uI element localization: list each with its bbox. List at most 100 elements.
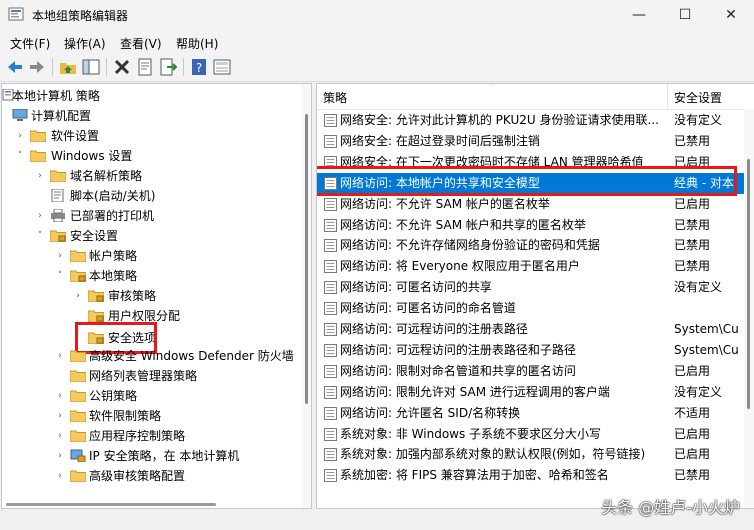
policy-setting-icon [324,114,337,127]
folder-icon [30,130,46,142]
up-folder-icon[interactable] [58,57,78,77]
policy-setting-icon [324,406,337,420]
policy-name: 网络安全: 在超过登录时间后强制注销 [340,133,540,148]
chevron-down-icon[interactable]: ˅ [34,226,46,246]
list-item[interactable]: 网络访问: 限制允许对 SAM 进行远程调用的客户端 没有定义 [317,382,754,403]
maximize-button[interactable]: ☐ [662,0,708,31]
policy-setting-value: 没有定义 [674,280,723,295]
list-item[interactable]: 网络访问: 可远程访问的注册表路径 System\Cu [317,319,754,340]
list-item[interactable]: 网络访问: 限制对命名管道和共享的匿名访问 已启用 [317,361,754,382]
policy-setting-value: 已启用 [674,426,711,441]
chevron-down-icon[interactable]: ˅ [54,266,66,286]
tree-scroll-thumb[interactable] [305,114,308,404]
list-scroll-thumb[interactable] [747,159,750,409]
list-item[interactable]: 网络访问: 将 Everyone 权限应用于匿名用户 已禁用 [317,256,754,277]
policy-setting-icon [324,385,337,399]
folder-icon [70,430,86,442]
export-list-icon[interactable] [158,57,178,77]
policy-setting-value: 已禁用 [674,133,711,148]
policy-setting-icon [324,323,337,336]
close-button[interactable]: ✕ [708,0,754,31]
list-item[interactable]: 网络访问: 不允许 SAM 帐户和共享的匿名枚举 已禁用 [317,215,754,236]
highlight-box-selected-policy [317,166,737,196]
menu-action[interactable]: 操作(A) [64,35,106,52]
security-folder-icon [88,290,104,302]
tree-root-label: 本地计算机 策略 [12,89,100,103]
folder-icon [50,170,66,182]
chevron-right-icon[interactable]: › [72,286,84,306]
svg-text:?: ? [196,61,202,75]
policy-name: 系统对象: 加强内部系统对象的默认权限(例如，符号链接) [340,447,646,462]
chevron-right-icon[interactable]: › [54,406,66,426]
chevron-right-icon[interactable]: › [54,346,66,366]
policy-setting-icon [324,469,337,483]
toolbar-separator [52,58,53,76]
chevron-right-icon[interactable]: › [54,386,66,406]
chevron-right-icon[interactable]: › [54,246,66,266]
list-item[interactable]: 网络访问: 可匿名访问的命名管道 [317,298,754,319]
policy-list[interactable]: 策略 ⌃ 安全设置 网络安全: 允许对此计算机的 PKU2U 身份验证请求使用联… [316,83,754,509]
policy-name: 网络访问: 将 Everyone 权限应用于匿名用户 [340,259,580,274]
chevron-right-icon[interactable]: › [54,466,66,486]
chevron-down-icon[interactable]: ˅ [14,146,26,166]
policy-setting-value: 已启用 [674,363,711,378]
policy-setting-value: 已启用 [674,196,711,211]
policy-setting-icon [324,427,337,441]
list-item[interactable]: 网络安全: 允许对此计算机的 PKU2U 身份验证请求使用联... 没有定义 [317,110,754,131]
policy-setting-value: 已禁用 [674,217,711,232]
menu-view[interactable]: 查看(V) [120,35,162,52]
properties-icon[interactable] [135,57,155,77]
folder-icon [70,250,86,262]
chevron-right-icon[interactable]: › [54,446,66,466]
tree-hscroll-thumb[interactable] [6,503,216,506]
policy-setting-value: 已禁用 [674,238,711,253]
policy-setting-value: System\Cu [674,322,739,336]
policy-setting-value: System\Cu [674,342,739,357]
toolbar: ? [0,53,754,82]
chevron-right-icon[interactable]: › [54,426,66,446]
folder-icon [70,470,86,482]
policy-setting-value: 已启用 [674,447,711,462]
policy-name: 网络访问: 不允许 SAM 帐户的匿名枚举 [340,196,550,211]
list-item[interactable]: 网络访问: 可匿名访问的共享 没有定义 [317,277,754,298]
printer-icon [51,209,65,222]
back-icon[interactable] [5,57,25,77]
column-header-policy[interactable]: 策略 [323,89,347,106]
policy-setting-icon [324,281,337,295]
column-header-setting[interactable]: 安全设置 [674,89,722,106]
minimize-button[interactable]: — [616,0,662,31]
chevron-right-icon[interactable]: › [14,126,26,146]
chevron-right-icon[interactable]: › [34,206,46,226]
list-vertical-scrollbar[interactable] [744,109,754,508]
list-item[interactable]: 系统加密: 将 FIPS 兼容算法用于加密、哈希和签名 已禁用 [317,465,754,486]
delete-icon[interactable] [112,57,132,77]
list-item[interactable]: 网络安全: 在超过登录时间后强制注销 已禁用 [317,131,754,152]
chevron-right-icon[interactable]: › [34,166,46,186]
list-item[interactable]: 系统对象: 非 Windows 子系统不要求区分大小写 已启用 [317,424,754,445]
policy-name: 网络安全: 允许对此计算机的 PKU2U 身份验证请求使用联... [340,113,659,127]
policy-name: 系统对象: 非 Windows 子系统不要求区分大小写 [340,426,602,441]
policy-setting-value: 没有定义 [674,384,723,399]
list-item[interactable]: 网络访问: 不允许 SAM 帐户的匿名枚举 已启用 [317,194,754,215]
show-hide-tree-icon[interactable] [81,57,101,77]
help-icon[interactable]: ? [189,57,209,77]
policy-name: 系统加密: 将 FIPS 兼容算法用于加密、哈希和签名 [340,468,609,483]
tree-horizontal-scrollbar[interactable] [2,500,302,508]
list-item[interactable]: 网络访问: 不允许存储网络身份验证的密码和凭据 已禁用 [317,235,754,256]
forward-icon[interactable] [27,57,47,77]
policy-tree[interactable]: 本地计算机 策略 计算机配置 › 软件设置 ˅ Windows 设置 › 域名解… [1,83,312,509]
list-item[interactable]: 网络访问: 允许匿名 SID/名称转换 不适用 [317,403,754,424]
policy-setting-icon [324,260,337,274]
menu-help[interactable]: 帮助(H) [176,35,218,52]
policy-setting-value: 已禁用 [674,468,711,483]
list-item[interactable]: 网络访问: 可远程访问的注册表路径和子路径 System\Cu [317,340,754,361]
tree-vertical-scrollbar[interactable] [302,84,311,508]
list-item[interactable]: 系统对象: 加强内部系统对象的默认权限(例如，符号链接) 已启用 [317,444,754,465]
sort-up-icon: ⌃ [489,83,497,92]
view-icon[interactable] [212,57,232,77]
policy-setting-icon [324,239,337,253]
menu-file[interactable]: 文件(F) [10,35,50,52]
ip-security-icon [70,449,86,462]
security-folder-icon [70,270,86,282]
column-separator[interactable] [667,84,668,109]
